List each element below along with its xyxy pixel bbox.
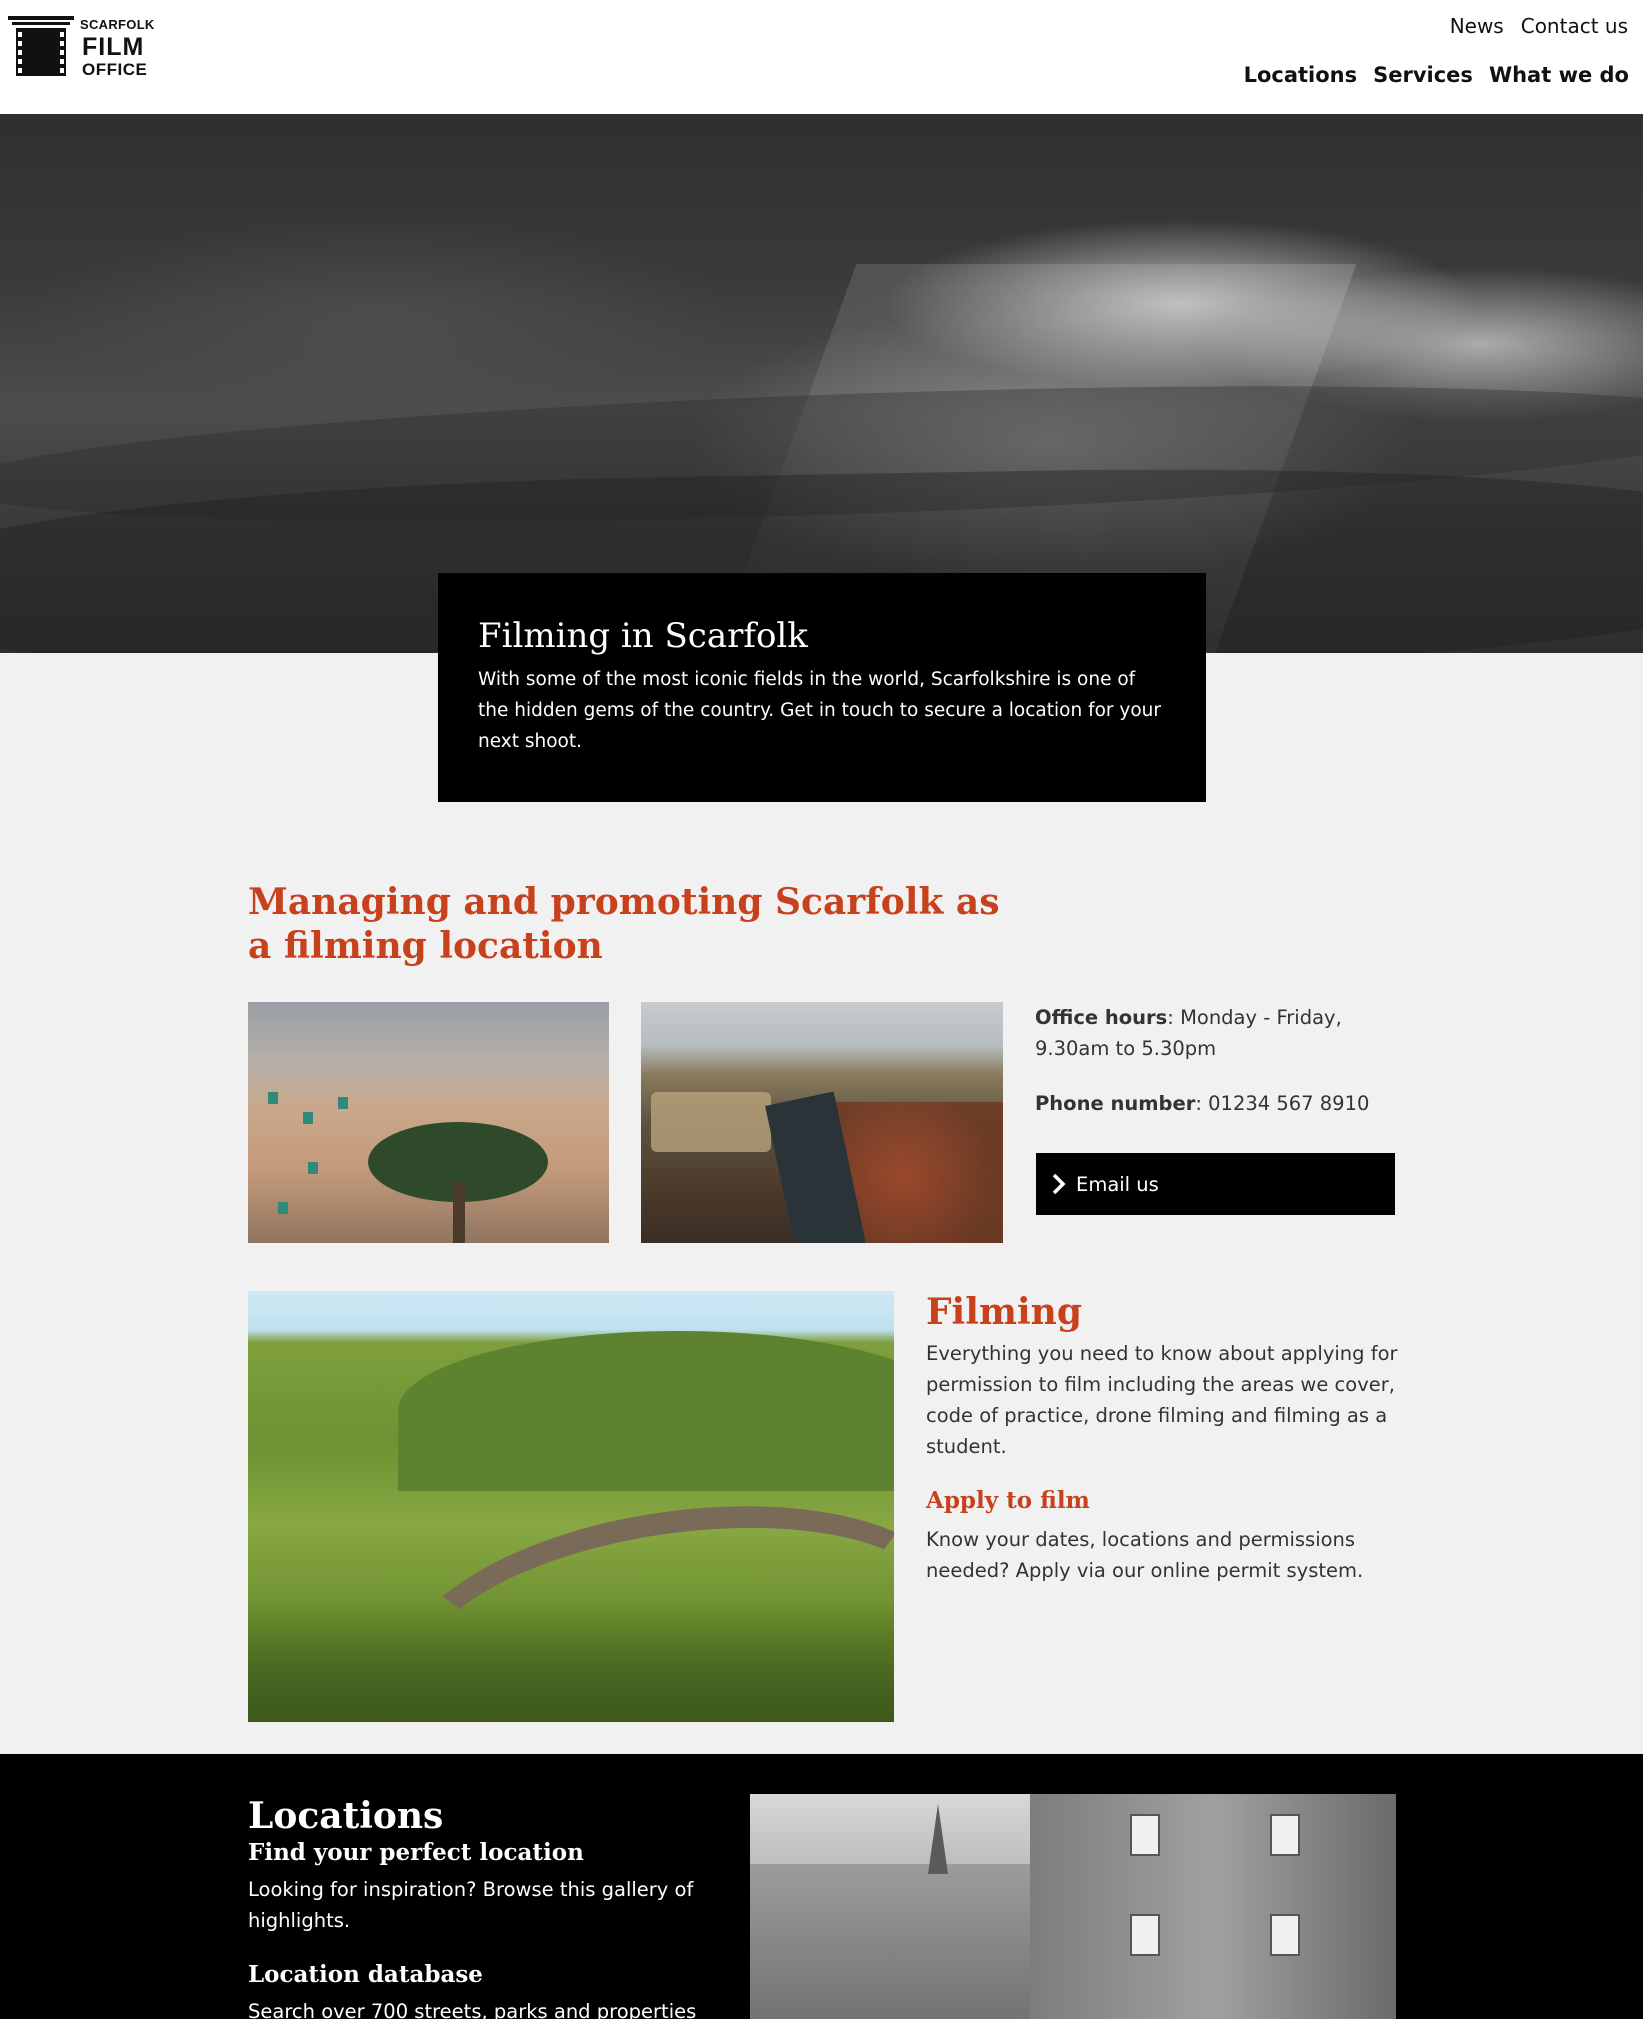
houses: [651, 1092, 771, 1152]
window: [338, 1097, 348, 1109]
site-header: SCARFOLK FILM OFFICE News Contact us Loc…: [0, 0, 1643, 114]
logo-text-main: FILM: [82, 33, 145, 61]
phone-value: : 01234 567 8910: [1195, 1092, 1370, 1115]
apply-to-film-link[interactable]: Apply to film: [926, 1486, 1406, 1516]
nav-link-news[interactable]: News: [1450, 14, 1504, 38]
church-spire: [928, 1804, 948, 1874]
buildings-photo: [248, 1002, 609, 1243]
filming-section: Filming Everything you need to know abou…: [926, 1290, 1406, 1586]
logo-text-top: SCARFOLK: [80, 17, 155, 32]
intro-text: With some of the most iconic fields in t…: [478, 669, 1161, 752]
site-logo[interactable]: SCARFOLK FILM OFFICE: [8, 16, 158, 80]
email-us-label: Email us: [1076, 1172, 1159, 1196]
office-hours: Office hours: Monday - Friday, 9.30am to…: [1035, 1002, 1405, 1064]
hill: [398, 1331, 894, 1491]
foreground-bushes: [248, 1601, 894, 1722]
locations-section: Locations Find your perfect location Loo…: [0, 1754, 1643, 2019]
harbour-photo: [641, 1002, 1003, 1243]
nav-link-what-we-do[interactable]: What we do: [1489, 63, 1629, 87]
main-nav: Locations Services What we do: [1244, 63, 1629, 87]
stone-houses: [750, 1864, 1030, 2019]
window: [1270, 1914, 1300, 1956]
filming-text: Everything you need to know about applyi…: [926, 1342, 1398, 1458]
phone-number: Phone number: 01234 567 8910: [1035, 1088, 1405, 1119]
email-us-button[interactable]: Email us: [1036, 1153, 1395, 1215]
intro-title: Filming in Scarfolk: [478, 616, 808, 656]
nav-link-contact[interactable]: Contact us: [1521, 14, 1628, 38]
find-location-text: Looking for inspiration? Browse this gal…: [248, 1878, 694, 1932]
filming-title[interactable]: Filming: [926, 1290, 1406, 1334]
managing-title: Managing and promoting Scarfolk as a fil…: [248, 881, 1000, 967]
window: [303, 1112, 313, 1124]
window: [278, 1202, 288, 1214]
window: [308, 1162, 318, 1174]
office-info: Office hours: Monday - Friday, 9.30am to…: [1035, 1002, 1405, 1119]
chevron-right-icon: [1052, 1173, 1066, 1195]
window: [1130, 1814, 1160, 1856]
street-photo: [750, 1794, 1396, 2019]
intro-box: Filming in Scarfolk With some of the mos…: [438, 573, 1206, 802]
locations-column: Locations Find your perfect location Loo…: [248, 1794, 708, 2019]
phone-label: Phone number: [1035, 1092, 1196, 1115]
utility-nav: News Contact us: [1450, 14, 1628, 38]
logo-text-sub: OFFICE: [82, 60, 148, 79]
film-reel-logo-icon: [8, 16, 74, 76]
find-location-link[interactable]: Find your perfect location: [248, 1838, 708, 1868]
location-database-link[interactable]: Location database: [248, 1960, 708, 1990]
location-database-text: Search over 700 streets, parks and prope…: [248, 2000, 697, 2019]
nav-link-services[interactable]: Services: [1373, 63, 1473, 87]
nav-link-locations[interactable]: Locations: [1244, 63, 1358, 87]
stone-building: [1030, 1794, 1396, 2019]
window: [1130, 1914, 1160, 1956]
viaduct-photo: [248, 1291, 894, 1722]
apply-text: Know your dates, locations and permissio…: [926, 1528, 1364, 1582]
tree-trunk: [453, 1182, 465, 1243]
office-hours-label: Office hours: [1035, 1006, 1168, 1029]
window: [1270, 1814, 1300, 1856]
locations-title[interactable]: Locations: [248, 1794, 708, 1838]
window: [268, 1092, 278, 1104]
